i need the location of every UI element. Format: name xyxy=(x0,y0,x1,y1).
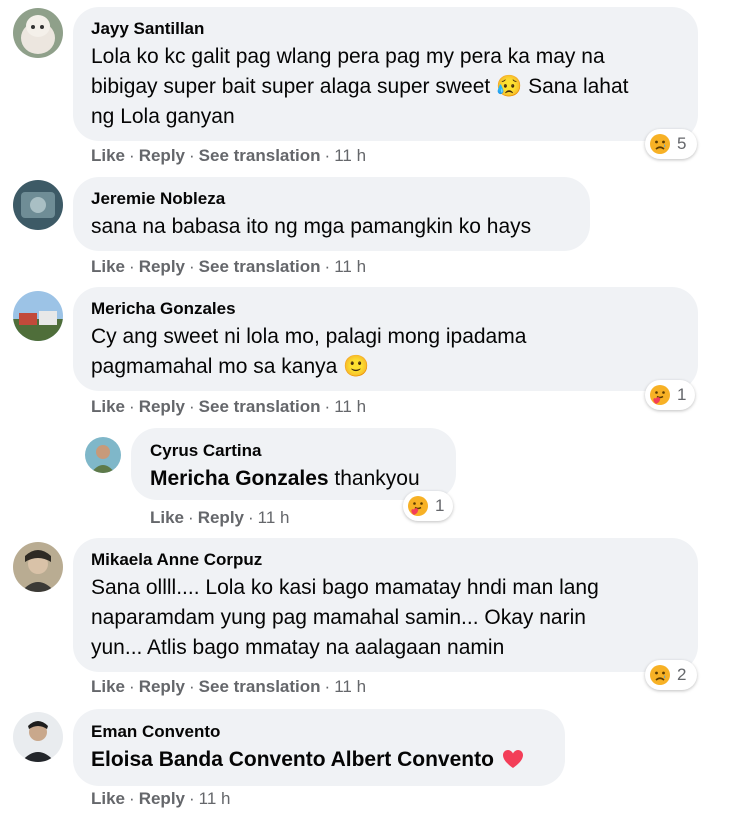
reaction-number: 5 xyxy=(677,134,687,153)
dog-photo-icon xyxy=(13,8,63,58)
separator: · xyxy=(188,508,194,527)
separator: · xyxy=(324,257,331,276)
reaction-number: 2 xyxy=(677,665,687,684)
reaction-count[interactable]: 1 xyxy=(645,380,695,410)
comment-author[interactable]: Jayy Santillan xyxy=(91,19,204,39)
reply-button[interactable]: Reply xyxy=(139,789,185,808)
reaction-count[interactable]: 2 xyxy=(645,660,697,690)
separator: · xyxy=(248,508,254,527)
reaction-count[interactable]: 5 xyxy=(645,129,697,159)
comment-text-line: bibigay super bait super alaga super swe… xyxy=(91,75,629,98)
timestamp[interactable]: 11 h xyxy=(199,789,231,808)
timestamp[interactable]: 11 h xyxy=(334,397,366,416)
timestamp[interactable]: 11 h xyxy=(334,257,366,276)
comment-author[interactable]: Cyrus Cartina xyxy=(150,441,261,461)
like-button[interactable]: Like xyxy=(91,397,125,416)
reaction-number: 1 xyxy=(435,496,445,515)
like-button[interactable]: Like xyxy=(91,677,125,696)
comment-text: Mericha Gonzales thankyou xyxy=(150,463,420,494)
avatar[interactable] xyxy=(13,291,63,341)
reply-button[interactable]: Reply xyxy=(139,677,185,696)
reply-button[interactable]: Reply xyxy=(139,397,185,416)
separator: · xyxy=(324,146,331,165)
avatar[interactable] xyxy=(13,712,63,762)
care-reaction-icon xyxy=(650,385,670,405)
like-button[interactable]: Like xyxy=(91,146,125,165)
sad-reaction-icon xyxy=(650,665,670,685)
comment-actions: Like · Reply · See translation · 11 h xyxy=(91,397,366,417)
profile-photo-icon xyxy=(85,437,121,473)
comment-text-line: sana na babasa ito ng mga pamangkin ko h… xyxy=(91,215,532,238)
avatar[interactable] xyxy=(13,542,63,592)
reaction-count[interactable]: 1 xyxy=(403,491,453,521)
comment-text: Eloisa Banda Convento Albert Convento xyxy=(91,744,524,775)
avatar[interactable] xyxy=(13,8,63,58)
comment-text-line: pagmamahal mo sa kanya 🙂 xyxy=(91,355,370,378)
like-button[interactable]: Like xyxy=(91,257,125,276)
sad-reaction-icon xyxy=(650,134,670,154)
profile-photo-icon xyxy=(13,180,63,230)
comment-author[interactable]: Mericha Gonzales xyxy=(91,299,236,319)
timestamp[interactable]: 11 h xyxy=(334,677,366,696)
comment-text-line: Sana ollll.... Lola ko kasi bago mamatay… xyxy=(91,576,599,599)
mention-link[interactable]: Mericha Gonzales xyxy=(150,467,329,490)
comment-text-line: Cy ang sweet ni lola mo, palagi mong ipa… xyxy=(91,325,527,348)
like-button[interactable]: Like xyxy=(91,789,125,808)
see-translation-link[interactable]: See translation xyxy=(199,257,321,276)
profile-photo-icon xyxy=(13,291,63,341)
separator: · xyxy=(129,257,135,276)
separator: · xyxy=(189,146,195,165)
comment-jayy-santillan: Jayy Santillan Lola ko kc galit pag wlan… xyxy=(0,0,750,170)
separator: · xyxy=(129,789,135,808)
reaction-number: 1 xyxy=(677,385,687,404)
separator: · xyxy=(129,397,135,416)
timestamp[interactable]: 11 h xyxy=(258,508,290,527)
comment-actions: Like · Reply · See translation · 11 h xyxy=(91,257,366,277)
comment-actions: Like · Reply · 11 h xyxy=(150,508,290,528)
separator: · xyxy=(189,257,195,276)
comment-actions: Like · Reply · See translation · 11 h xyxy=(91,677,366,697)
comment-text-line: Lola ko kc galit pag wlang pera pag my p… xyxy=(91,45,605,68)
avatar[interactable] xyxy=(85,437,121,473)
like-button[interactable]: Like xyxy=(150,508,184,527)
avatar[interactable] xyxy=(13,180,63,230)
separator: · xyxy=(129,146,135,165)
separator: · xyxy=(189,677,195,696)
reply-button[interactable]: Reply xyxy=(198,508,244,527)
separator: · xyxy=(189,789,195,808)
comment-text-line: naparamdam yung pag mamahal samin... Oka… xyxy=(91,606,586,629)
comment-text-line: yun... Atlis bago mmatay na aalagaan nam… xyxy=(91,636,505,659)
comment-text-line: ng Lola ganyan xyxy=(91,105,235,128)
reply-button[interactable]: Reply xyxy=(139,146,185,165)
see-translation-link[interactable]: See translation xyxy=(199,146,321,165)
comment-actions: Like · Reply · 11 h xyxy=(91,789,231,809)
see-translation-link[interactable]: See translation xyxy=(199,677,321,696)
comment-author[interactable]: Eman Convento xyxy=(91,722,220,742)
comment-actions: Like · Reply · See translation · 11 h xyxy=(91,146,366,166)
mention-link[interactable]: Eloisa Banda Convento Albert Convento xyxy=(91,748,494,771)
comment-author[interactable]: Mikaela Anne Corpuz xyxy=(91,550,262,570)
separator: · xyxy=(324,397,331,416)
timestamp[interactable]: 11 h xyxy=(334,146,366,165)
care-reaction-icon xyxy=(408,496,428,516)
comment-author[interactable]: Jeremie Nobleza xyxy=(91,189,225,209)
comment-text-after-mention: thankyou xyxy=(328,467,420,490)
see-translation-link[interactable]: See translation xyxy=(199,397,321,416)
profile-photo-icon xyxy=(13,712,63,762)
profile-photo-icon xyxy=(13,542,63,592)
red-heart-icon xyxy=(502,750,523,768)
reply-button[interactable]: Reply xyxy=(139,257,185,276)
separator: · xyxy=(129,677,135,696)
separator: · xyxy=(324,677,331,696)
separator: · xyxy=(189,397,195,416)
